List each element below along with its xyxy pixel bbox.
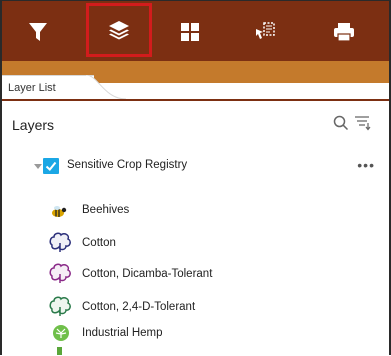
print-button[interactable] bbox=[324, 13, 364, 51]
layer-row-beehives[interactable]: Beehives bbox=[2, 200, 389, 224]
checkbox-checked-icon[interactable] bbox=[43, 158, 59, 174]
grid-icon bbox=[181, 23, 199, 41]
toolbar bbox=[2, 1, 389, 61]
layer-label: Cotton, Dicamba-Tolerant bbox=[82, 268, 213, 280]
panel-title: Layers bbox=[12, 117, 55, 133]
tab-curve bbox=[86, 75, 126, 99]
select-icon bbox=[256, 22, 275, 39]
layer-row-cotton-dicamba[interactable]: Cotton, Dicamba-Tolerant bbox=[2, 263, 389, 288]
more-options-icon[interactable]: ••• bbox=[357, 157, 375, 173]
layer-list-widget: Layer List Layers Sensitive Crop Registr… bbox=[0, 0, 391, 355]
filter-icon bbox=[29, 23, 47, 41]
layer-label: Cotton, 2,4-D-Tolerant bbox=[82, 301, 196, 313]
caret-down-icon[interactable] bbox=[34, 164, 42, 170]
cotton-dicamba-icon bbox=[49, 263, 71, 283]
group-label: Sensitive Crop Registry bbox=[67, 159, 188, 171]
layers-icon bbox=[109, 21, 129, 40]
bee-icon bbox=[52, 206, 67, 217]
print-icon bbox=[334, 23, 354, 42]
cotton-24d-icon bbox=[49, 296, 71, 316]
tab-layer-list[interactable]: Layer List bbox=[2, 75, 94, 99]
search-icon[interactable] bbox=[333, 115, 349, 131]
select-button[interactable] bbox=[245, 13, 285, 51]
layer-label: Beehives bbox=[82, 204, 130, 216]
layer-label: Cotton bbox=[82, 237, 116, 249]
layer-row-cotton[interactable]: Cotton bbox=[2, 232, 389, 257]
layer-row-industrial-hemp[interactable]: Industrial Hemp bbox=[2, 323, 389, 347]
layers-button[interactable] bbox=[86, 3, 152, 57]
grid-button[interactable] bbox=[170, 13, 210, 51]
filter-button[interactable] bbox=[18, 13, 58, 51]
filter-list-icon[interactable] bbox=[354, 115, 372, 131]
next-layer-icon-partial bbox=[57, 347, 62, 355]
layer-group-row[interactable]: Sensitive Crop Registry ••• bbox=[2, 155, 389, 179]
hemp-icon bbox=[53, 325, 69, 341]
layers-header: Layers bbox=[2, 101, 389, 145]
cotton-icon bbox=[49, 232, 71, 252]
layer-label: Industrial Hemp bbox=[82, 327, 163, 339]
layer-row-cotton-24d[interactable]: Cotton, 2,4-D-Tolerant bbox=[2, 296, 389, 321]
